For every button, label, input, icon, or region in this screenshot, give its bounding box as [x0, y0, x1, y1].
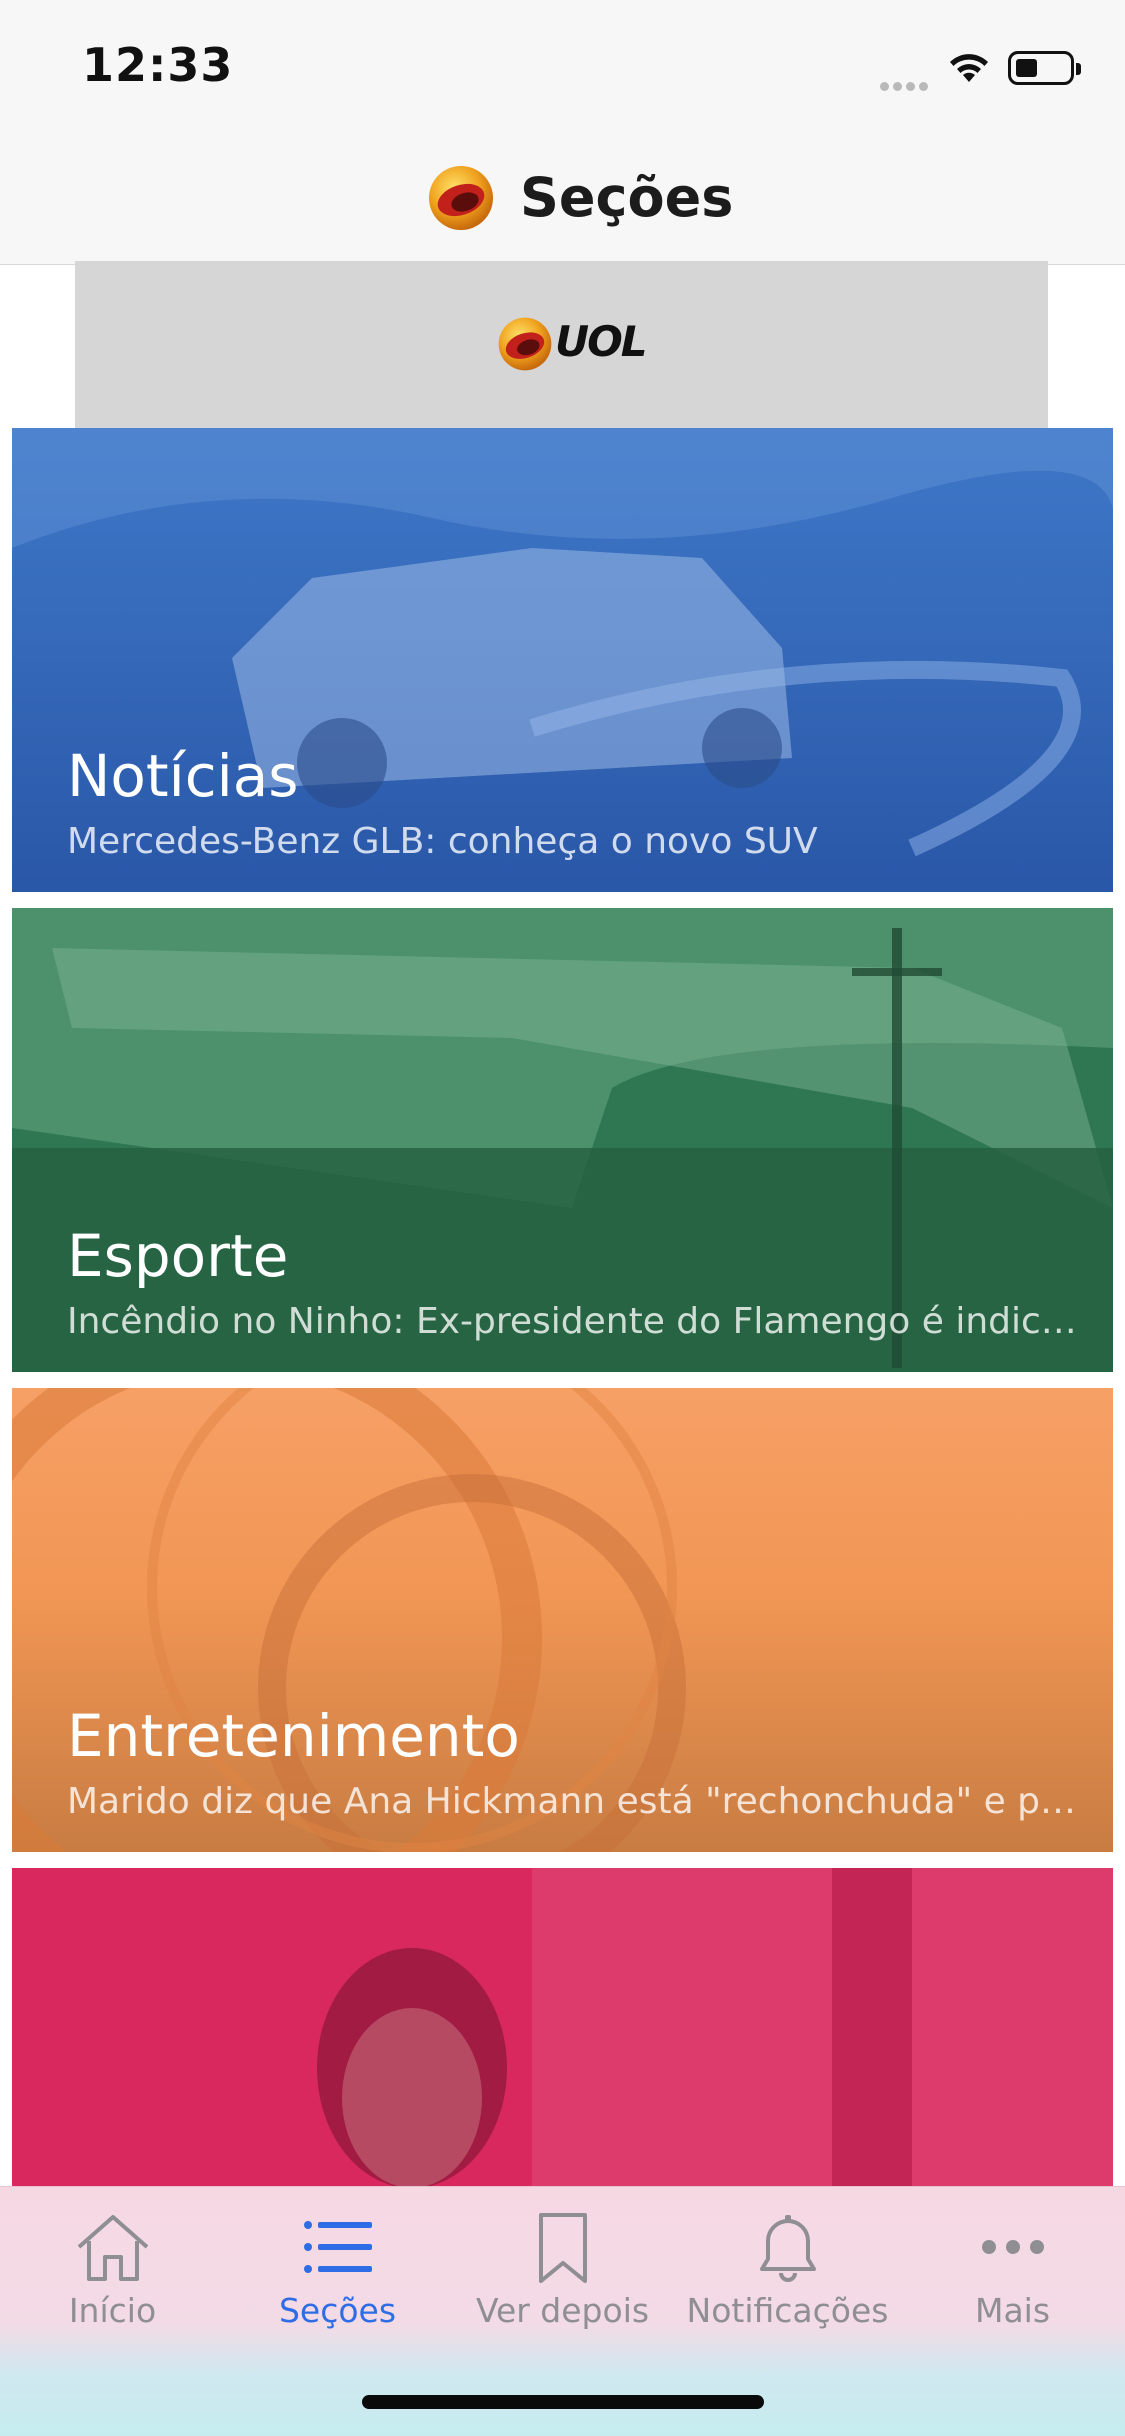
section-card-entretenimento[interactable]: Entretenimento Marido diz que Ana Hickma…: [12, 1388, 1113, 1852]
navigation-bar: Seções: [0, 130, 1125, 265]
status-bar: 12:33: [0, 0, 1125, 130]
list-icon: [303, 2221, 372, 2273]
uol-logo-icon: [498, 317, 552, 371]
battery-icon: [1008, 51, 1081, 85]
uol-logo-icon: [429, 166, 493, 230]
tab-label: Notificações: [686, 2291, 889, 2330]
ad-banner[interactable]: UOL: [75, 261, 1048, 428]
page-title: Seções: [520, 166, 734, 229]
tab-notificacoes[interactable]: Notificações: [675, 2211, 900, 2351]
section-headline: Marido diz que Ana Hickmann está "rechon…: [67, 1781, 1077, 1822]
section-card-4[interactable]: [12, 1868, 1113, 2186]
section-title: Notícias: [67, 742, 299, 810]
tab-label: Ver depois: [475, 2291, 650, 2330]
tab-ver-depois[interactable]: Ver depois: [450, 2211, 675, 2351]
tab-mais[interactable]: Mais: [900, 2211, 1125, 2351]
section-title: Esporte: [67, 1222, 289, 1290]
tab-label: Início: [68, 2291, 157, 2330]
section-image: [12, 1868, 1113, 2186]
tab-label: Seções: [278, 2291, 397, 2330]
home-indicator[interactable]: [362, 2395, 764, 2409]
wifi-icon: [950, 54, 988, 82]
ad-logo-text: UOL: [555, 317, 648, 366]
more-icon: [981, 2240, 1044, 2254]
tab-label: Mais: [974, 2291, 1051, 2330]
section-headline: Incêndio no Ninho: Ex-presidente do Flam…: [67, 1301, 1077, 1342]
home-icon: [77, 2215, 148, 2281]
cellular-signal-icon: [880, 76, 932, 95]
bell-icon: [759, 2215, 816, 2282]
section-headline: Mercedes-Benz GLB: conheça o novo SUV: [67, 821, 818, 862]
tab-secoes[interactable]: Seções: [225, 2211, 450, 2351]
bookmark-icon: [538, 2213, 587, 2283]
tab-inicio[interactable]: Início: [0, 2211, 225, 2351]
section-card-esporte[interactable]: Esporte Incêndio no Ninho: Ex-presidente…: [12, 908, 1113, 1372]
section-title: Entretenimento: [67, 1702, 520, 1770]
status-time: 12:33: [82, 38, 234, 92]
section-card-noticias[interactable]: Notícias Mercedes-Benz GLB: conheça o no…: [12, 428, 1113, 892]
